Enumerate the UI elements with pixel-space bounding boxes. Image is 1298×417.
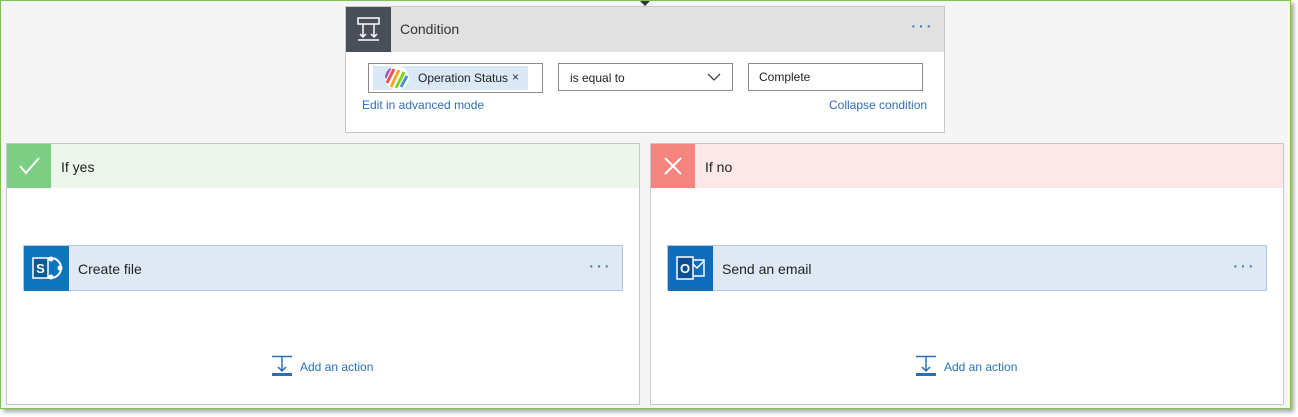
add-action-icon [272,355,292,376]
token-label: Operation Status [418,71,509,85]
send-email-more-icon[interactable]: ··· [1232,256,1255,276]
operator-value: is equal to [570,71,625,85]
chevron-down-icon [707,73,721,81]
no-branch: If no O Send an email ··· Add an action [650,143,1284,405]
no-branch-header: If no [651,144,1283,188]
condition-more-icon[interactable]: ··· [910,16,933,36]
edit-advanced-mode-link[interactable]: Edit in advanced mode [362,98,484,112]
svg-text:O: O [680,261,690,276]
add-action-icon [916,355,936,376]
create-file-action[interactable]: S Create file ··· [23,245,623,291]
yes-branch-header: If yes [7,144,639,188]
condition-icon [346,7,391,52]
condition-left-operand[interactable]: Operation Status × [368,63,543,93]
dynamic-content-token[interactable]: Operation Status × [373,66,528,90]
close-icon [651,144,695,188]
flow-canvas: Condition ··· Operation Status × is equa… [0,0,1291,409]
outlook-icon: O [668,246,713,291]
check-icon [7,144,51,188]
condition-header[interactable]: Condition ··· [346,7,944,52]
no-branch-title: If no [705,159,733,175]
svg-text:S: S [36,261,45,276]
no-add-action-label: Add an action [944,360,1018,374]
token-remove-icon[interactable]: × [512,70,519,84]
yes-branch-title: If yes [61,159,95,175]
token-stripes-icon [385,66,409,90]
condition-title: Condition [400,21,460,37]
yes-branch: If yes S Create file ··· Add an action [6,143,640,405]
send-email-action[interactable]: O Send an email ··· [667,245,1267,291]
condition-value-input[interactable] [748,63,923,91]
condition-card: Condition ··· Operation Status × is equa… [345,6,945,133]
create-file-more-icon[interactable]: ··· [588,256,611,276]
send-email-title: Send an email [722,261,812,277]
yes-add-action-label: Add an action [300,360,374,374]
collapse-condition-link[interactable]: Collapse condition [829,98,927,112]
operator-select[interactable]: is equal to [558,63,733,91]
sharepoint-icon: S [24,246,69,291]
create-file-title: Create file [78,261,142,277]
